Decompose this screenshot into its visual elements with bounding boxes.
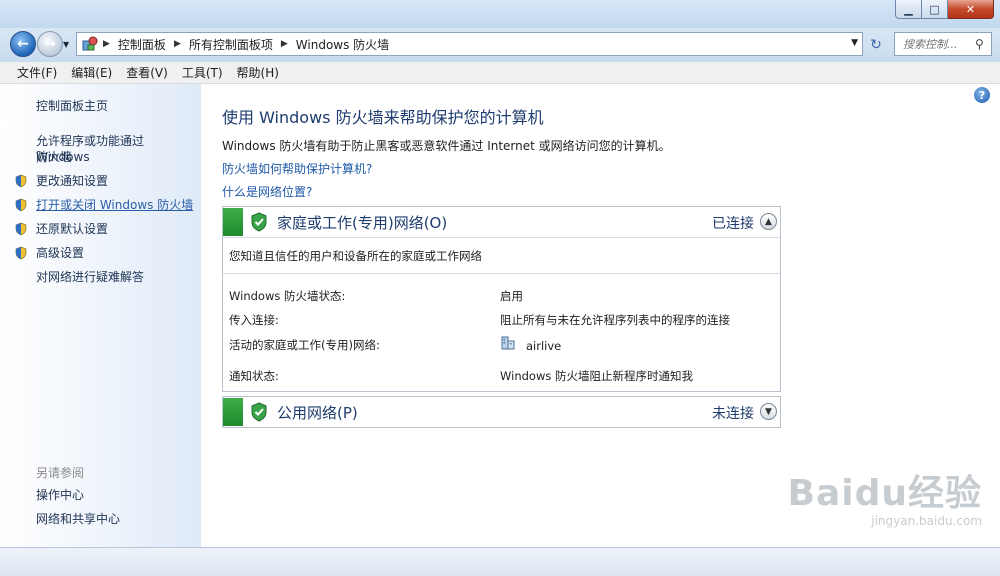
sidebar-advanced-settings-link[interactable]: 高级设置 <box>36 245 84 261</box>
sidebar-see-also-heading: 另请参阅 <box>36 466 85 480</box>
expand-chevron-down-icon[interactable]: ▼ <box>760 403 777 420</box>
address-dropdown-icon[interactable]: ▼ <box>851 38 858 48</box>
public-network-header[interactable]: 公用网络(P) 未连接 ▼ <box>223 397 780 427</box>
sidebar-home-link[interactable]: 控制面板主页 <box>36 98 108 114</box>
active-network-value: airlive <box>526 339 562 353</box>
network-location-link[interactable]: 什么是网络位置? <box>222 183 312 200</box>
search-icon[interactable]: ⚲ <box>975 37 984 51</box>
firewall-shield-check-icon <box>251 402 267 422</box>
navigation-bar: ← → ▼ ▶ 控制面板 ▶ 所有控制面板项 ▶ Windows 防火墙 ▼ ↻… <box>0 28 1000 62</box>
forward-arrow-icon[interactable]: → <box>37 31 63 57</box>
network-building-icon <box>501 336 515 350</box>
active-network-label: 活动的家庭或工作(专用)网络: <box>229 338 380 352</box>
breadcrumb-firewall[interactable]: Windows 防火墙 <box>296 36 389 53</box>
public-network-panel: 公用网络(P) 未连接 ▼ <box>222 396 781 428</box>
search-input[interactable] <box>903 37 973 51</box>
home-network-header[interactable]: 家庭或工作(专用)网络(O) 已连接 ▲ <box>223 207 780 237</box>
status-bar-green <box>223 398 243 426</box>
page-title: 使用 Windows 防火墙来帮助保护您的计算机 <box>222 108 544 127</box>
home-network-subtitle: 您知道且信任的用户和设备所在的家庭或工作网络 <box>223 237 780 273</box>
firewall-shield-check-icon <box>251 212 267 232</box>
search-box[interactable]: ⚲ <box>894 32 992 56</box>
sidebar-toggle-firewall-link[interactable]: 打开或关闭 Windows 防火墙 <box>36 197 193 213</box>
firewall-help-link[interactable]: 防火墙如何帮助保护计算机? <box>222 160 372 177</box>
home-network-panel: 家庭或工作(专用)网络(O) 已连接 ▲ 您知道且信任的用户和设备所在的家庭或工… <box>222 206 781 392</box>
menu-edit[interactable]: 编辑(E) <box>71 64 112 81</box>
uac-shield-icon <box>15 222 27 236</box>
breadcrumb-separator-icon: ▶ <box>103 39 110 49</box>
page-description: Windows 防火墙有助于防止黑客或恶意软件通过 Internet 或网络访问… <box>222 139 671 153</box>
close-button[interactable]: ✕ <box>948 0 994 19</box>
control-panel-icon <box>77 33 103 55</box>
recent-pages-dropdown-icon[interactable]: ▼ <box>63 40 69 49</box>
incoming-connections-value: 阻止所有与未在允许程序列表中的程序的连接 <box>500 313 730 327</box>
notification-state-value: Windows 防火墙阻止新程序时通知我 <box>500 369 693 383</box>
sidebar: 控制面板主页 允许程序或功能通过 Windows 防火墙 更改通知设置 打开或关… <box>0 84 201 547</box>
address-bar[interactable]: ▶ 控制面板 ▶ 所有控制面板项 ▶ Windows 防火墙 ▼ <box>76 32 863 56</box>
status-bar-green <box>223 208 243 236</box>
sidebar-network-center-link[interactable]: 网络和共享中心 <box>36 511 120 527</box>
menu-bar: 文件(F) 编辑(E) 查看(V) 工具(T) 帮助(H) <box>0 62 1000 84</box>
menu-tools[interactable]: 工具(T) <box>182 64 223 81</box>
firewall-state-label: Windows 防火墙状态: <box>229 289 346 303</box>
sidebar-action-center-link[interactable]: 操作中心 <box>36 487 84 503</box>
home-network-status: 已连接 <box>712 216 754 232</box>
incoming-connections-label: 传入连接: <box>229 313 279 327</box>
menu-file[interactable]: 文件(F) <box>17 64 57 81</box>
home-network-details: Windows 防火墙状态: 启用 传入连接: 阻止所有与未在允许程序列表中的程… <box>223 273 780 391</box>
public-network-title: 公用网络(P) <box>277 403 358 422</box>
collapse-chevron-up-icon[interactable]: ▲ <box>760 213 777 230</box>
sidebar-change-notify-link[interactable]: 更改通知设置 <box>36 173 108 189</box>
breadcrumb-all-items[interactable]: 所有控制面板项 <box>189 36 273 53</box>
sidebar-troubleshoot-link[interactable]: 对网络进行疑难解答 <box>36 269 144 285</box>
refresh-icon[interactable]: ↻ <box>864 34 888 56</box>
breadcrumb-separator-icon[interactable]: ▶ <box>281 39 288 49</box>
uac-shield-icon <box>15 246 27 260</box>
title-bar: ▁ □ ✕ <box>0 0 1000 28</box>
home-network-title: 家庭或工作(专用)网络(O) <box>277 213 448 232</box>
window-controls: ▁ □ ✕ <box>895 0 994 19</box>
uac-shield-icon <box>15 174 27 188</box>
minimize-button[interactable]: ▁ <box>895 0 922 19</box>
sidebar-allow-programs-link-line2[interactable]: 防火墙 <box>36 149 72 165</box>
menu-help[interactable]: 帮助(H) <box>237 64 279 81</box>
back-arrow-icon[interactable]: ← <box>10 31 36 57</box>
public-network-status: 未连接 <box>712 406 754 422</box>
breadcrumb-separator-icon[interactable]: ▶ <box>174 39 181 49</box>
status-bar <box>0 547 1000 576</box>
sidebar-restore-defaults-link[interactable]: 还原默认设置 <box>36 221 108 237</box>
breadcrumb-control-panel[interactable]: 控制面板 <box>118 36 166 53</box>
help-icon[interactable]: ? <box>974 87 990 103</box>
notification-state-label: 通知状态: <box>229 369 279 383</box>
maximize-button[interactable]: □ <box>922 0 948 19</box>
menu-view[interactable]: 查看(V) <box>126 64 168 81</box>
firewall-state-value: 启用 <box>500 289 523 303</box>
uac-shield-icon <box>15 198 27 212</box>
main-content: ? 使用 Windows 防火墙来帮助保护您的计算机 Windows 防火墙有助… <box>201 84 1000 547</box>
